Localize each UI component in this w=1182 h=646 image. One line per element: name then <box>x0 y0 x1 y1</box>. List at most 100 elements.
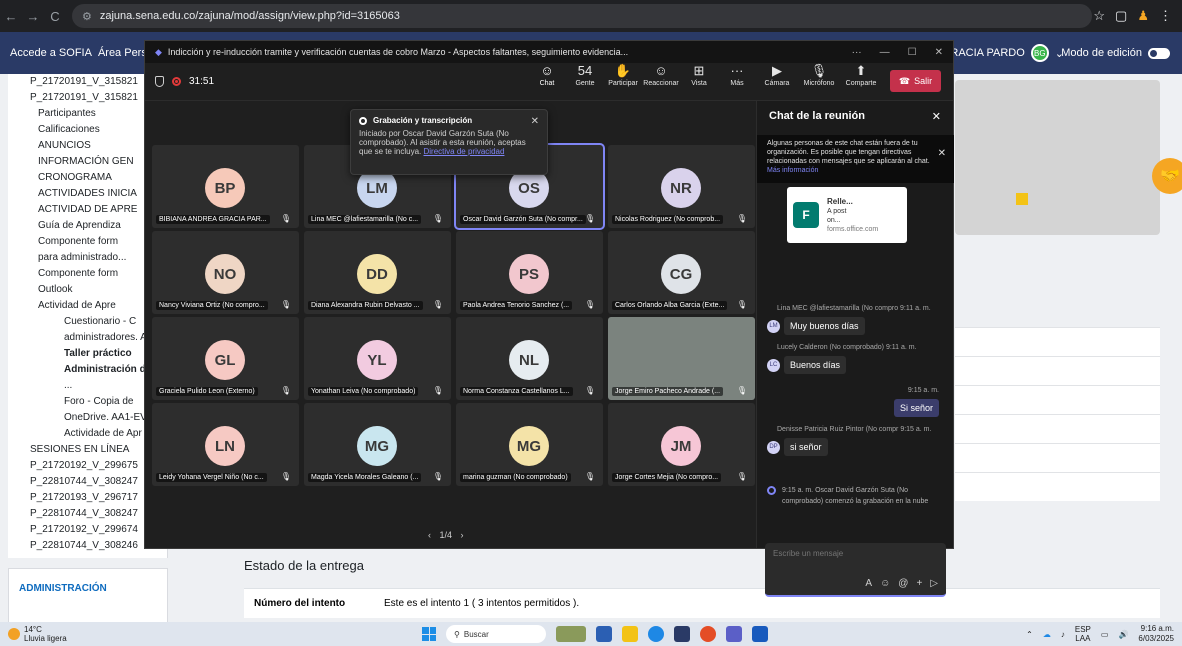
participant-tile[interactable]: MG marina guzman (No comprobado) 🎙 <box>456 403 603 486</box>
message-text: Si señor <box>893 399 939 417</box>
tool-cámara[interactable]: ▶ Cámara <box>763 63 791 87</box>
participant-name: Nancy Viviana Ortiz (No compro... <box>156 301 268 310</box>
recording-icon <box>767 486 776 495</box>
tool-reaccionar[interactable]: ☺ Reaccionar <box>643 63 678 87</box>
plus-icon[interactable]: + <box>916 578 922 589</box>
participant-tile[interactable]: YL Yonathan Leiva (No comprobado) 🎙 <box>304 317 451 400</box>
clock[interactable]: 9:16 a.m. 6/03/2025 <box>1138 624 1174 644</box>
participant-tile[interactable]: Jorge Emiro Pacheco Andrade (... 🎙 <box>608 317 755 400</box>
weather-widget[interactable]: 14°C Lluvia ligera <box>0 625 67 643</box>
taskbar-search[interactable]: ⚲ Buscar <box>446 625 546 643</box>
message-meta: Lina MEC @lafiestamarilla (No compro 9:1… <box>777 305 931 312</box>
reload-icon[interactable]: C <box>44 5 66 27</box>
onedrive-icon[interactable]: ☁ <box>1043 630 1051 639</box>
chat-title: Chat de la reunión <box>769 110 865 122</box>
user-menu[interactable]: RACIA PARDO BG ⌄ <box>950 44 1064 62</box>
participant-tile[interactable]: NO Nancy Viviana Ortiz (No compro... 🎙 <box>152 231 299 314</box>
mic-off-icon[interactable]: ♪ <box>1061 630 1065 639</box>
file-explorer-icon[interactable] <box>622 626 638 642</box>
chat-message[interactable]: Si señor <box>893 399 939 417</box>
link-sofia[interactable]: Accede a SOFIA <box>10 47 92 59</box>
mic-off-icon: 🎙 <box>810 63 828 78</box>
participant-tile[interactable]: NR Nicolas Rodriguez (No comprob... 🎙 <box>608 145 755 228</box>
participant-name: Nicolas Rodriguez (No comprob... <box>612 215 724 224</box>
form-line1: A post <box>827 207 847 215</box>
close-icon[interactable]: ✕ <box>938 149 946 159</box>
close-icon[interactable]: ✕ <box>531 116 539 127</box>
chrome-icon[interactable] <box>700 626 716 642</box>
start-icon[interactable] <box>422 627 436 641</box>
format-icon[interactable]: A <box>865 578 872 589</box>
extensions-icon[interactable]: ▢ <box>1115 8 1127 24</box>
teams-icon[interactable] <box>726 626 742 642</box>
network-icon[interactable]: ▭ <box>1101 630 1109 639</box>
maximize-icon[interactable]: ☐ <box>908 47 917 58</box>
site-info-icon[interactable]: ⚙ <box>82 10 92 23</box>
participant-tile[interactable]: NL Norma Constanza Castellanos L... 🎙 <box>456 317 603 400</box>
loop-icon[interactable]: @ <box>898 578 908 589</box>
participant-avatar: BP <box>205 168 245 208</box>
recording-notice: Grabación y transcripción ✕ Iniciado por… <box>350 109 548 175</box>
store-icon[interactable] <box>674 626 690 642</box>
chat-message[interactable]: LM Muy buenos días <box>767 317 865 335</box>
search-icon: ⚲ <box>454 629 460 639</box>
tool-micrófono[interactable]: 🎙 Micrófono <box>803 63 835 87</box>
form-domain: forms.office.com <box>827 225 879 233</box>
user-avatar: BG <box>1030 44 1049 62</box>
forms-link-card[interactable]: F Relle... A post on... forms.office.com <box>787 187 907 243</box>
widgets-icon[interactable] <box>556 626 586 642</box>
tool-gente[interactable]: 54 Gente <box>571 63 599 87</box>
tool-comparte[interactable]: ⬆ Comparte <box>846 63 877 87</box>
tool-participar[interactable]: ✋ Participar <box>608 63 638 87</box>
emoji-icon[interactable]: ☺ <box>880 578 890 589</box>
send-icon[interactable]: ▷ <box>930 578 938 589</box>
forward-icon[interactable]: → <box>22 5 44 27</box>
notice-text: Algunas personas de este chat están fuer… <box>767 140 930 165</box>
more-options-icon[interactable]: ··· <box>852 47 862 58</box>
back-icon[interactable]: ← <box>0 5 22 27</box>
meeting-title: Indicción y re-inducción tramite y verif… <box>167 47 629 57</box>
minimize-icon[interactable]: — <box>880 47 890 58</box>
bookmark-star-icon[interactable]: ☆ <box>1093 8 1105 24</box>
participant-tile[interactable]: DD Diana Alexandra Rubin Delvasto ... 🎙 <box>304 231 451 314</box>
close-icon[interactable]: ✕ <box>932 110 941 123</box>
chat-message[interactable]: DP si señor <box>767 438 828 456</box>
privacy-link[interactable]: Directiva de privacidad <box>424 147 505 156</box>
close-icon[interactable]: ✕ <box>935 47 943 58</box>
edit-mode-toggle[interactable] <box>1148 47 1170 59</box>
next-page-icon[interactable]: › <box>461 530 464 540</box>
participant-avatar: NL <box>509 340 549 380</box>
chat-message[interactable]: LC Buenos días <box>767 356 847 374</box>
tool-más[interactable]: ··· Más <box>723 63 751 87</box>
message-meta: 9:15 a. m. <box>907 387 939 394</box>
leave-button[interactable]: ☎ Salir <box>890 70 941 92</box>
address-bar[interactable]: ⚙ zajuna.sena.edu.co/zajuna/mod/assign/v… <box>72 4 1092 28</box>
handshake-icon[interactable]: 🤝 <box>1152 158 1182 194</box>
tool-vista[interactable]: ⊞ Vista <box>685 63 713 87</box>
prev-page-icon[interactable]: ‹ <box>428 530 431 540</box>
participant-tile[interactable]: BP BIBIANA ANDREA GRACIA PAR... 🎙 <box>152 145 299 228</box>
participant-tile[interactable]: JM Jorge Cortes Mejia (No compro... 🎙 <box>608 403 755 486</box>
language-indicator[interactable]: ESP LAA <box>1075 625 1091 643</box>
participant-tile[interactable]: GL Graciela Pulido Leon (Externo) 🎙 <box>152 317 299 400</box>
external-users-notice: Algunas personas de este chat están fuer… <box>757 135 954 183</box>
participant-tile[interactable]: LN Leidy Yohana Vergel Niño (No c... 🎙 <box>152 403 299 486</box>
edge-icon[interactable] <box>648 626 664 642</box>
more-link[interactable]: Más ... <box>8 556 167 558</box>
message-input[interactable] <box>765 543 935 564</box>
tool-chat[interactable]: ☺ Chat <box>533 63 561 87</box>
more-info-link[interactable]: Más información <box>767 167 818 174</box>
participant-tile[interactable]: MG Magda Yicela Morales Galeano (... 🎙 <box>304 403 451 486</box>
mic-muted-icon: 🎙 <box>280 300 291 309</box>
participant-tile[interactable]: CG Carlos Orlando Alba Garcia (Exte... 🎙 <box>608 231 755 314</box>
word-icon[interactable] <box>752 626 768 642</box>
chevron-up-icon[interactable]: ⌃ <box>1026 630 1033 639</box>
participant-name: Jorge Cortes Mejia (No compro... <box>612 473 722 482</box>
task-view-icon[interactable] <box>596 626 612 642</box>
profile-icon[interactable]: ♟ <box>1137 8 1149 24</box>
tool-label: Micrófono <box>803 80 835 87</box>
participant-tile[interactable]: PS Paola Andrea Tenorio Sanchez (... 🎙 <box>456 231 603 314</box>
volume-icon[interactable]: 🔊 <box>1118 630 1128 639</box>
menu-icon[interactable]: ⋮ <box>1159 8 1172 24</box>
page-row <box>955 327 1160 356</box>
